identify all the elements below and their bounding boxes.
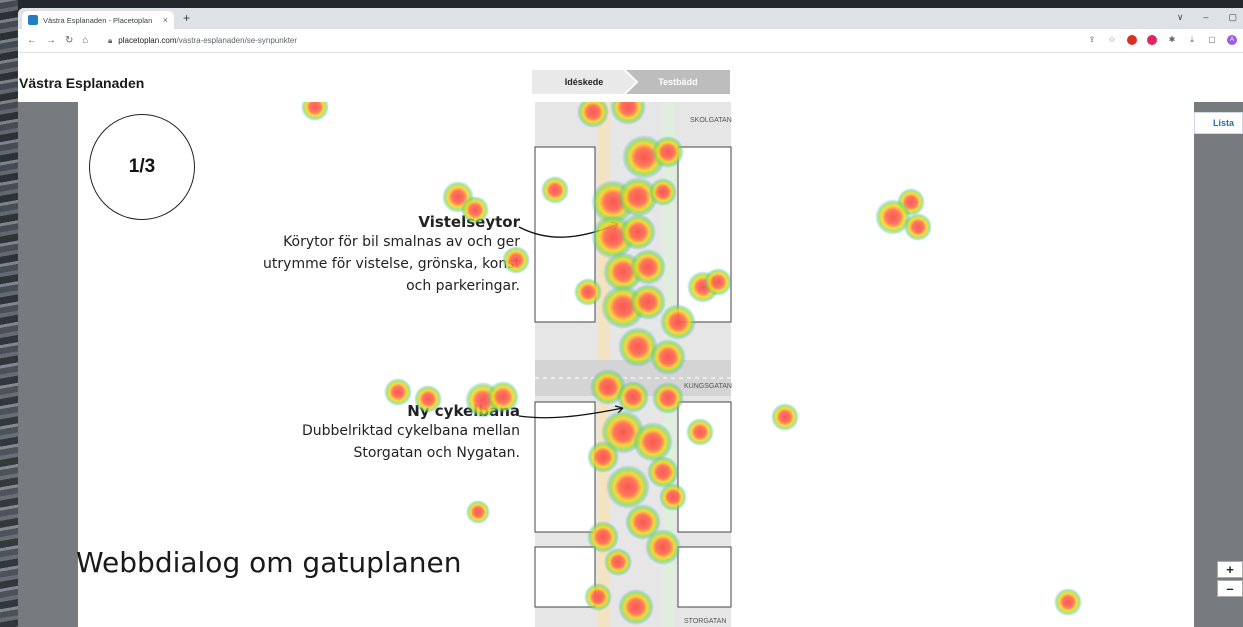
heatmap-point (301, 102, 329, 121)
sidebar-icon[interactable]: ▢ (1207, 35, 1217, 45)
site-favicon-icon (28, 15, 38, 25)
heatmap-point (466, 500, 490, 524)
heatmap-point (652, 136, 684, 168)
heatmap-point (652, 382, 684, 414)
tab-title: Västra Esplanaden - Placetoplan (43, 15, 153, 25)
browser-toolbar: ← → ↻ ⌂ 🔒︎ placetoplan.com/vastra-esplan… (18, 29, 1243, 53)
left-gutter (18, 102, 78, 627)
heatmap-point (649, 178, 677, 206)
heatmap-point (584, 583, 612, 611)
right-gutter (1194, 102, 1243, 627)
forward-arrow-icon[interactable]: → (46, 35, 56, 46)
address-bar[interactable]: 🔒︎ placetoplan.com/vastra-esplanaden/se-… (102, 32, 1032, 49)
lock-icon: 🔒︎ (108, 35, 113, 45)
heatmap-point (660, 304, 696, 340)
heatmap-point (604, 548, 632, 576)
share-icon[interactable]: ⇪ (1087, 35, 1097, 45)
maximize-button[interactable]: ▢ (1228, 12, 1237, 23)
street-label-storgatan: STORGATAN (684, 618, 726, 625)
heatmap-point (618, 589, 654, 625)
star-icon[interactable]: ☆ (1107, 35, 1117, 45)
stage-tab-testbadd[interactable]: Testbädd (626, 70, 730, 94)
browser-tab[interactable]: Västra Esplanaden - Placetoplan × (22, 11, 174, 29)
window-controls: ∨ – ▢ (1177, 12, 1237, 23)
slide-caption: Webbdialog om gatuplanen (76, 546, 462, 579)
heatmap-point (587, 521, 619, 553)
wallpaper-edge (0, 0, 18, 627)
stage-tab-ideskede[interactable]: Idéskede (532, 70, 636, 94)
extension-icons: ⇪ ☆ ✱ ⤓ ▢ A (1087, 35, 1237, 45)
opera-icon[interactable] (1127, 35, 1137, 45)
adblock-icon[interactable] (1147, 35, 1157, 45)
heatmap-point (587, 441, 619, 473)
heatmap-point (384, 378, 412, 406)
plan-slide: 1/3 Vistelseytor Körytor för bil smalnas… (76, 102, 1194, 627)
heatmap-point (645, 529, 681, 565)
heatmap-point (633, 422, 673, 462)
reload-icon[interactable]: ↻ (65, 35, 73, 46)
heatmap-point (650, 339, 686, 375)
zoom-out-button[interactable]: – (1217, 580, 1243, 597)
heatmap-point (487, 381, 519, 413)
stage-tabs: Idéskede Testbädd (532, 70, 730, 94)
minimize-button[interactable]: – (1203, 12, 1208, 23)
page-title: Västra Esplanaden (19, 75, 145, 91)
heatmap-point (620, 214, 656, 250)
map-viewer[interactable]: 1/3 Vistelseytor Körytor för bil smalnas… (18, 102, 1243, 627)
heatmap-point (630, 284, 666, 320)
home-icon[interactable]: ⌂ (82, 35, 88, 46)
heatmap-point (461, 196, 489, 224)
page-content: Västra Esplanaden Idéskede Testbädd 1/3 … (18, 53, 1243, 627)
profile-avatar[interactable]: A (1227, 35, 1237, 45)
tab-close-icon[interactable]: × (163, 15, 168, 25)
heatmap-point (617, 381, 649, 413)
download-icon[interactable]: ⤓ (1187, 35, 1197, 45)
zoom-in-button[interactable]: + (1217, 561, 1243, 578)
browser-window: Västra Esplanaden - Placetoplan × + ∨ – … (18, 8, 1243, 627)
heatmap-point (414, 385, 442, 413)
street-label-skolgatan: SKOLGATAN (690, 117, 732, 124)
heatmap-point (630, 249, 666, 285)
heatmap-point (686, 418, 714, 446)
heatmap-point (574, 278, 602, 306)
heatmap-point (606, 465, 650, 509)
heatmap-point (541, 176, 569, 204)
heatmap-point (771, 403, 799, 431)
heatmap-point (704, 268, 732, 296)
new-tab-button[interactable]: + (183, 11, 190, 25)
url-text: placetoplan.com/vastra-esplanaden/se-syn… (118, 36, 298, 45)
puzzle-icon[interactable]: ✱ (1167, 35, 1177, 45)
heatmap-point (904, 213, 932, 241)
heatmap-point (659, 483, 687, 511)
tab-bar: Västra Esplanaden - Placetoplan × + ∨ – … (18, 8, 1243, 29)
back-arrow-icon[interactable]: ← (27, 35, 37, 46)
street-label-kungsgatan: KUNGSGATAN (684, 383, 732, 390)
tab-search-button[interactable]: ∨ (1177, 12, 1184, 23)
heatmap-point (1054, 588, 1082, 616)
list-tab[interactable]: Lista (1194, 112, 1243, 134)
heatmap-point (502, 246, 530, 274)
